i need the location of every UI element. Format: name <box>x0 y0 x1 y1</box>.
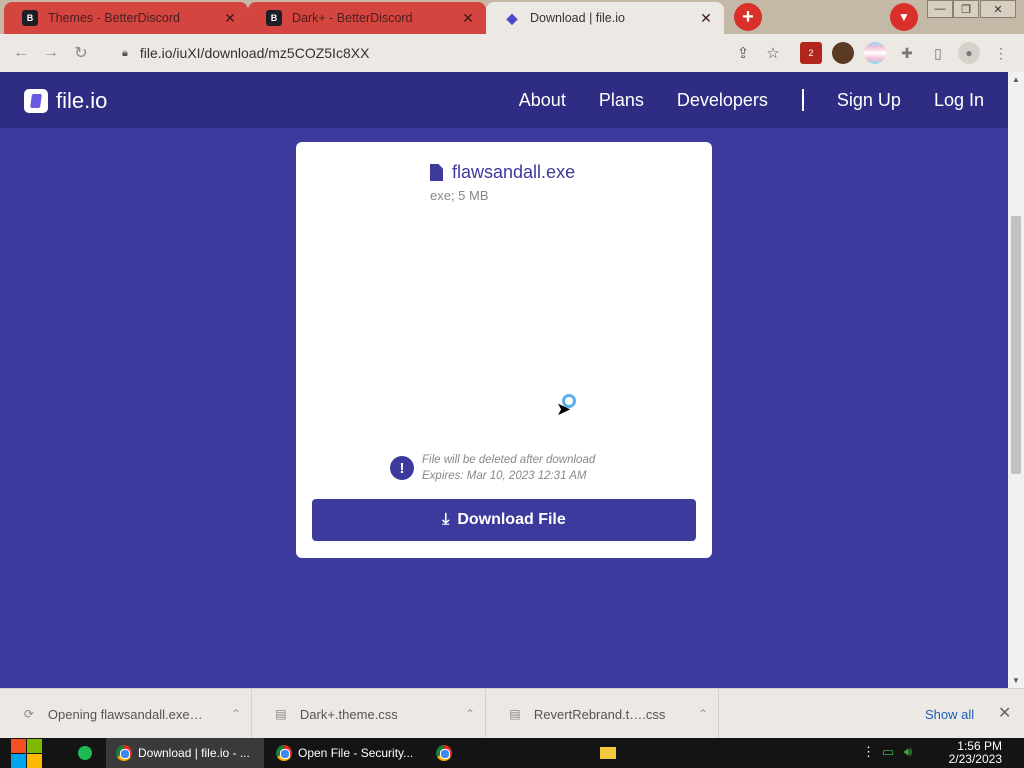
chrome-taskbar-button[interactable] <box>426 738 462 768</box>
tab-themes-betterdiscord[interactable]: B Themes - BetterDiscord ✕ <box>4 2 248 34</box>
spotify-taskbar-icon[interactable] <box>68 738 104 768</box>
page-content: file.io About Plans Developers Sign Up L… <box>0 72 1008 688</box>
tab-strip: B Themes - BetterDiscord ✕ B Dark+ - Bet… <box>0 0 1024 34</box>
share-icon[interactable]: ⇪ <box>728 44 758 62</box>
network-icon[interactable]: ▭ <box>882 744 894 760</box>
nav-plans[interactable]: Plans <box>599 90 644 111</box>
tab-title: Download | file.io <box>530 11 625 25</box>
download-item-name: Dark+.theme.css <box>299 706 398 722</box>
menu-dots-icon[interactable]: ⋮ <box>990 42 1012 64</box>
file-icon <box>430 164 443 181</box>
betterdiscord-icon: B <box>266 10 282 26</box>
restore-button[interactable]: ❐ <box>953 0 979 18</box>
chrome-icon <box>276 745 292 761</box>
taskbar-app-title: Open File - Security... <box>298 746 414 760</box>
exclamation-icon: ! <box>390 456 414 480</box>
chevron-up-icon[interactable]: ⌃ <box>221 707 251 721</box>
close-icon[interactable]: ✕ <box>998 703 1011 723</box>
reload-icon[interactable]: ↻ <box>66 43 96 63</box>
nav-developers[interactable]: Developers <box>677 90 768 111</box>
download-button-label: Download File <box>457 511 566 528</box>
file-meta: exe; 5 MB <box>430 188 489 203</box>
close-icon[interactable]: ✕ <box>698 10 714 27</box>
scrollbar-thumb[interactable] <box>1011 216 1021 474</box>
css-file-icon: ▤ <box>509 707 521 721</box>
nav-divider <box>801 89 804 111</box>
taskbar-app-open-file[interactable]: Open File - Security... <box>266 738 424 768</box>
download-shelf: ⟳ Opening flawsandall.exe… ⌃ ▤ Dark+.the… <box>0 688 1024 739</box>
puzzle-icon[interactable]: ✚ <box>896 42 918 64</box>
download-card: flawsandall.exe exe; 5 MB ! File will be… <box>296 142 712 558</box>
bookmark-star-icon[interactable]: ☆ <box>758 44 788 62</box>
mouse-cursor-icon: ➤ <box>556 399 572 419</box>
profile-icon[interactable]: ● <box>958 42 980 64</box>
spinner-icon: ⟳ <box>23 707 34 721</box>
file-name-row: flawsandall.exe <box>430 162 575 183</box>
site-navbar: file.io About Plans Developers Sign Up L… <box>0 72 1008 128</box>
chevron-up-icon[interactable]: ⌃ <box>455 707 485 721</box>
nav-sign-up[interactable]: Sign Up <box>837 90 901 111</box>
nav-links: About Plans Developers Sign Up Log In <box>486 72 984 128</box>
download-icon: ⤓ <box>442 511 450 528</box>
tab-title: Dark+ - BetterDiscord <box>292 11 413 25</box>
url-text[interactable]: file.io/iuXI/download/mz5COZ5Ic8XX <box>140 45 728 61</box>
system-clock[interactable]: 1:56 PM 2/23/2023 <box>949 740 1002 766</box>
window-close-button[interactable]: ✕ <box>980 0 1016 18</box>
chevron-up-icon[interactable]: ⌃ <box>688 707 718 721</box>
minimize-button[interactable]: — <box>927 0 953 18</box>
download-item-name: RevertRebrand.t….css <box>533 706 666 722</box>
show-all-downloads-link[interactable]: Show all <box>925 707 974 722</box>
volume-icon[interactable]: 🔊︎ <box>904 744 912 760</box>
tab-download-fileio[interactable]: ◆ Download | file.io ✕ <box>486 2 724 34</box>
chrome-icon <box>116 745 132 761</box>
tab-search-button[interactable]: ▼ <box>890 3 918 31</box>
file-name: flawsandall.exe <box>452 162 576 182</box>
page-scrollbar[interactable]: ▲ ▼ <box>1008 72 1024 688</box>
brand-link[interactable]: file.io <box>24 88 107 114</box>
download-file-button[interactable]: ⤓ Download File <box>312 499 696 541</box>
ublock-extension-icon[interactable]: 2 <box>800 42 822 64</box>
tray-overflow-icon[interactable]: ⋮ <box>862 744 875 760</box>
new-tab-button[interactable]: + <box>734 3 762 31</box>
nav-log-in[interactable]: Log In <box>934 90 984 111</box>
windows-taskbar: Download | file.io - ... Open File - Sec… <box>0 738 1024 768</box>
file-explorer-taskbar-button[interactable] <box>590 738 626 768</box>
fileio-logo-icon <box>24 89 48 113</box>
avatar-extension-icon[interactable] <box>832 42 854 64</box>
address-bar[interactable]: 🔒︎ file.io/iuXI/download/mz5COZ5Ic8XX ⇪ … <box>108 39 788 67</box>
close-icon[interactable]: ✕ <box>460 10 476 27</box>
chrome-icon <box>436 745 452 761</box>
back-icon[interactable]: ← <box>6 44 36 62</box>
fileio-icon: ◆ <box>506 9 518 26</box>
close-icon[interactable]: ✕ <box>222 10 238 27</box>
expiry-notice: ! File will be deleted after download Ex… <box>390 452 595 484</box>
scroll-up-icon[interactable]: ▲ <box>1008 75 1024 84</box>
windows-start-icon[interactable] <box>10 738 44 768</box>
folder-icon <box>600 747 616 759</box>
expiry-notice-text: File will be deleted after download Expi… <box>422 452 595 484</box>
forward-icon[interactable]: → <box>36 44 66 62</box>
nav-about[interactable]: About <box>519 90 566 111</box>
download-item[interactable]: ⟳ Opening flawsandall.exe… ⌃ <box>0 689 252 739</box>
tab-dark-betterdiscord[interactable]: B Dark+ - BetterDiscord ✕ <box>248 2 486 34</box>
download-item[interactable]: ▤ RevertRebrand.t….css ⌃ <box>486 689 719 739</box>
lock-icon[interactable]: 🔒︎ <box>122 47 128 60</box>
extension-badge: 2 <box>808 48 814 58</box>
betterdiscord-icon: B <box>22 10 38 26</box>
download-item[interactable]: ▤ Dark+.theme.css ⌃ <box>252 689 486 739</box>
css-file-icon: ▤ <box>275 707 287 721</box>
flag-extension-icon[interactable] <box>864 42 886 64</box>
download-item-name: Opening flawsandall.exe… <box>47 706 203 722</box>
side-panel-icon[interactable]: ▯ <box>927 42 949 64</box>
taskbar-app-title: Download | file.io - ... <box>138 746 250 760</box>
delete-notice: File will be deleted after download <box>422 454 596 466</box>
expiry-date: Expires: Mar 10, 2023 12:31 AM <box>422 470 587 482</box>
taskbar-app-download-fileio[interactable]: Download | file.io - ... <box>106 738 264 768</box>
tab-title: Themes - BetterDiscord <box>48 11 180 25</box>
clock-date: 2/23/2023 <box>948 752 1002 766</box>
brand-name: file.io <box>56 88 108 113</box>
scroll-down-icon[interactable]: ▼ <box>1008 676 1024 685</box>
